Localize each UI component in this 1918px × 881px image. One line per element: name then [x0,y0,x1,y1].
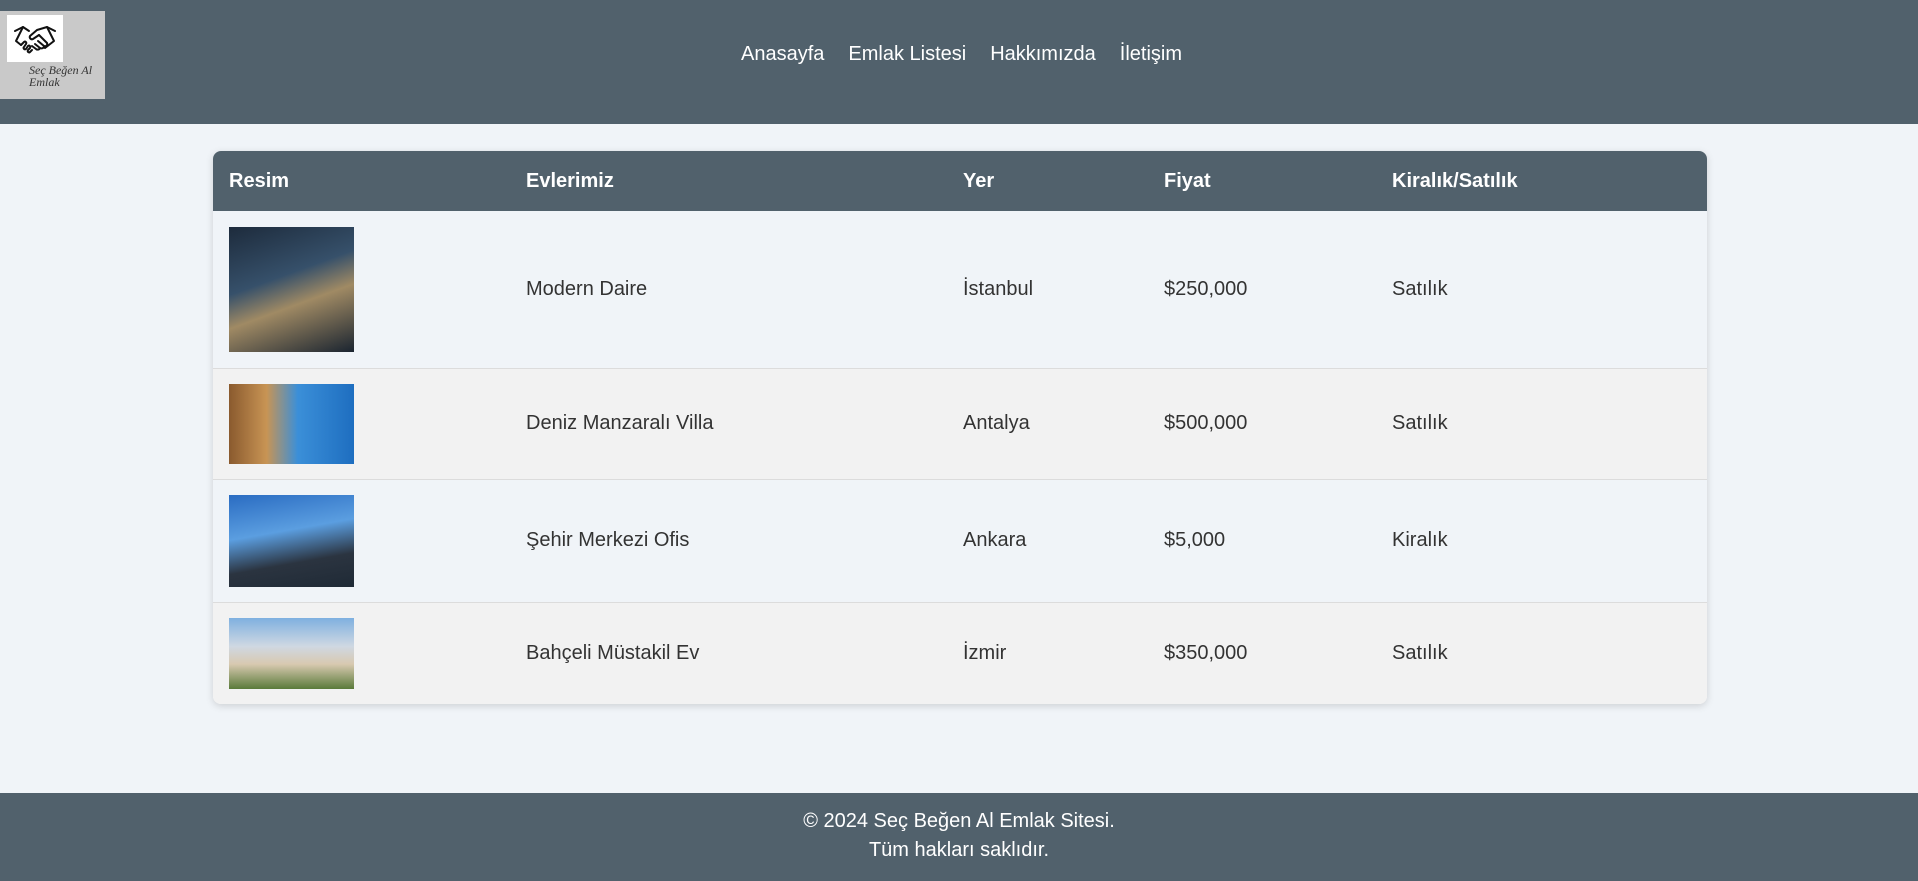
nav-item-anasayfa[interactable]: Anasayfa [741,42,824,66]
column-header-status: Kiralık/Satılık [1392,169,1518,192]
modern-apartment-building-photo[interactable] [229,226,354,352]
site-header: Seç Beğen Al Emlak Anasayfa Emlak Listes… [0,0,1918,124]
property-table: Resim Evlerimiz Yer Fiyat Kiralık/Satılı… [213,151,1707,704]
property-price: $5,000 [1148,479,1376,603]
image-cell [213,368,510,480]
column-header-properties: Evlerimiz [526,169,614,192]
nav-item-emlak-listesi[interactable]: Emlak Listesi [848,42,966,66]
column-header-location: Yer [963,169,995,192]
property-status: Satılık [1392,641,1448,664]
property-location: Ankara [947,479,1148,603]
table-row: Bahçeli Müstakil Ev İzmir $350,000 Satıl… [213,602,1707,704]
table-header-row: Resim Evlerimiz Yer Fiyat Kiralık/Satılı… [213,151,1707,211]
property-table-container: Resim Evlerimiz Yer Fiyat Kiralık/Satılı… [213,151,1707,704]
property-price: $250,000 [1148,211,1376,369]
detached-house-with-garden-photo[interactable] [229,617,354,689]
property-price: $500,000 [1148,368,1376,480]
sea-view-villa-terrace-photo[interactable] [229,383,354,464]
column-header-price: Fiyat [1164,169,1211,192]
property-location: İzmir [963,641,1007,664]
property-name: Bahçeli Müstakil Ev [526,641,700,664]
image-cell [213,479,510,603]
image-cell [213,211,510,369]
city-center-office-building-photo[interactable] [229,494,354,587]
nav-item-hakkimizda[interactable]: Hakkımızda [990,42,1096,66]
image-cell [213,602,510,704]
property-status: Kiralık [1376,479,1707,603]
property-status: Satılık [1376,211,1707,369]
table-row: Deniz Manzaralı Villa Antalya $500,000 S… [213,368,1707,480]
main-nav: Anasayfa Emlak Listesi Hakkımızda İletiş… [0,42,1918,66]
table-row: Modern Daire İstanbul $250,000 Satılık [213,211,1707,369]
column-header-image: Resim [229,169,290,192]
table-row: Şehir Merkezi Ofis Ankara $5,000 Kiralık [213,479,1707,603]
footer-copyright: © 2024 Seç Beğen Al Emlak Sitesi. [803,810,1115,832]
site-footer: © 2024 Seç Beğen Al Emlak Sitesi. Tüm ha… [0,793,1918,881]
property-name: Modern Daire [510,211,947,369]
property-location: Antalya [947,368,1148,480]
property-name: Şehir Merkezi Ofis [510,479,947,603]
footer-rights: Tüm hakları saklıdır. [868,839,1050,861]
property-name: Deniz Manzaralı Villa [510,368,947,480]
logo-text: Seç Beğen Al Emlak [29,63,93,89]
nav-item-iletisim[interactable]: İletişim [1120,42,1182,66]
property-location: İstanbul [947,211,1148,369]
property-status: Satılık [1376,368,1707,480]
property-price: $350,000 [1164,641,1248,664]
